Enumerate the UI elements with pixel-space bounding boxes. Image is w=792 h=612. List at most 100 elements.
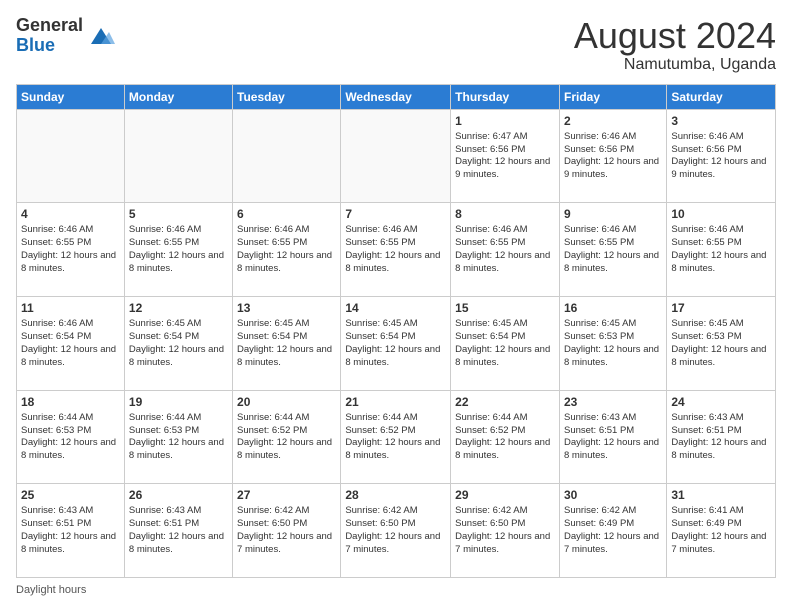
table-row: 31Sunrise: 6:41 AM Sunset: 6:49 PM Dayli… <box>667 484 776 578</box>
header-monday: Monday <box>124 84 232 109</box>
day-number: 5 <box>129 206 228 222</box>
table-row: 24 Sunrise: 6:43 AM Sunset: 6:51 PM Dayli… <box>667 390 776 484</box>
day-info: Sunrise: 6:43 AM Sunset: 6:51 PM Dayligh… <box>671 412 771 463</box>
header-friday: Friday <box>559 84 666 109</box>
table-row: 27Sunrise: 6:42 AM Sunset: 6:50 PM Dayli… <box>233 484 341 578</box>
table-row: 19 Sunrise: 6:44 AM Sunset: 6:53 PM Dayli… <box>124 390 232 484</box>
day-number: 8 <box>455 206 555 222</box>
day-number: 10 <box>671 206 771 222</box>
table-row: 29Sunrise: 6:42 AM Sunset: 6:50 PM Dayli… <box>451 484 560 578</box>
day-info: Sunrise: 6:46 AM Sunset: 6:55 PM Dayligh… <box>21 224 120 275</box>
day-info: Sunrise: 6:42 AM Sunset: 6:50 PM Dayligh… <box>455 505 555 556</box>
day-info: Sunrise: 6:46 AM Sunset: 6:55 PM Dayligh… <box>237 224 336 275</box>
table-row: 25 Sunrise: 6:43 AM Sunset: 6:51 PM Dayli… <box>17 484 125 578</box>
calendar-week-row: 18 Sunrise: 6:44 AM Sunset: 6:53 PM Dayli… <box>17 390 776 484</box>
table-row: 11 Sunrise: 6:46 AM Sunset: 6:54 PM Dayli… <box>17 296 125 390</box>
table-row <box>341 109 451 203</box>
day-number: 11 <box>21 300 120 316</box>
footer: Daylight hours <box>16 584 776 596</box>
header-tuesday: Tuesday <box>233 84 341 109</box>
table-row: 14 Sunrise: 6:45 AM Sunset: 6:54 PM Dayli… <box>341 296 451 390</box>
calendar-table: Sunday Monday Tuesday Wednesday Thursday… <box>16 84 776 578</box>
day-number: 19 <box>129 394 228 410</box>
table-row: 9 Sunrise: 6:46 AM Sunset: 6:55 PM Daylig… <box>559 203 666 297</box>
header-thursday: Thursday <box>451 84 560 109</box>
day-info: Sunrise: 6:42 AM Sunset: 6:49 PM Dayligh… <box>564 505 662 556</box>
calendar-week-row: 25 Sunrise: 6:43 AM Sunset: 6:51 PM Dayli… <box>17 484 776 578</box>
day-number: 24 <box>671 394 771 410</box>
day-info: Sunrise: 6:46 AM Sunset: 6:55 PM Dayligh… <box>671 224 771 275</box>
day-info: Sunrise: 6:44 AM Sunset: 6:52 PM Dayligh… <box>345 412 446 463</box>
table-row: 10 Sunrise: 6:46 AM Sunset: 6:55 PM Dayli… <box>667 203 776 297</box>
month-year-title: August 2024 <box>574 16 776 56</box>
table-row: 18 Sunrise: 6:44 AM Sunset: 6:53 PM Dayli… <box>17 390 125 484</box>
day-info: Sunrise: 6:47 AM Sunset: 6:56 PM Dayligh… <box>455 131 555 182</box>
day-number: 14 <box>345 300 446 316</box>
table-row: 16 Sunrise: 6:45 AM Sunset: 6:53 PM Dayli… <box>559 296 666 390</box>
day-info: Sunrise: 6:43 AM Sunset: 6:51 PM Dayligh… <box>129 505 228 556</box>
table-row: 17Sunrise: 6:45 AM Sunset: 6:53 PM Dayli… <box>667 296 776 390</box>
day-info: Sunrise: 6:45 AM Sunset: 6:54 PM Dayligh… <box>455 318 555 369</box>
table-row: 5 Sunrise: 6:46 AM Sunset: 6:55 PM Daylig… <box>124 203 232 297</box>
day-number: 7 <box>345 206 446 222</box>
header-sunday: Sunday <box>17 84 125 109</box>
logo-area: General Blue <box>16 16 115 56</box>
table-row: 7 Sunrise: 6:46 AM Sunset: 6:55 PM Daylig… <box>341 203 451 297</box>
day-number: 23 <box>564 394 662 410</box>
location-title: Namutumba, Uganda <box>574 56 776 74</box>
calendar-header-row: Sunday Monday Tuesday Wednesday Thursday… <box>17 84 776 109</box>
day-number: 20 <box>237 394 336 410</box>
day-info: Sunrise: 6:42 AM Sunset: 6:50 PM Dayligh… <box>345 505 446 556</box>
day-info: Sunrise: 6:46 AM Sunset: 6:55 PM Dayligh… <box>345 224 446 275</box>
day-info: Sunrise: 6:46 AM Sunset: 6:55 PM Dayligh… <box>129 224 228 275</box>
logo-blue: Blue <box>16 36 83 56</box>
day-number: 2 <box>564 113 662 129</box>
table-row: 2 Sunrise: 6:46 AM Sunset: 6:56 PM Daylig… <box>559 109 666 203</box>
day-number: 13 <box>237 300 336 316</box>
day-info: Sunrise: 6:45 AM Sunset: 6:54 PM Dayligh… <box>345 318 446 369</box>
logo-general: General <box>16 16 83 36</box>
day-info: Sunrise: 6:46 AM Sunset: 6:54 PM Dayligh… <box>21 318 120 369</box>
day-info: Sunrise: 6:42 AM Sunset: 6:50 PM Dayligh… <box>237 505 336 556</box>
daylight-hours-label: Daylight hours <box>16 584 86 596</box>
page: General Blue August 2024 Namutumba, Ugan… <box>0 0 792 612</box>
day-info: Sunrise: 6:45 AM Sunset: 6:53 PM Dayligh… <box>564 318 662 369</box>
day-info: Sunrise: 6:46 AM Sunset: 6:56 PM Dayligh… <box>564 131 662 182</box>
day-info: Sunrise: 6:44 AM Sunset: 6:53 PM Dayligh… <box>129 412 228 463</box>
day-number: 28 <box>345 487 446 503</box>
calendar-week-row: 1Sunrise: 6:47 AM Sunset: 6:56 PM Daylig… <box>17 109 776 203</box>
day-info: Sunrise: 6:46 AM Sunset: 6:56 PM Dayligh… <box>671 131 771 182</box>
day-info: Sunrise: 6:44 AM Sunset: 6:53 PM Dayligh… <box>21 412 120 463</box>
table-row: 1Sunrise: 6:47 AM Sunset: 6:56 PM Daylig… <box>451 109 560 203</box>
day-info: Sunrise: 6:45 AM Sunset: 6:54 PM Dayligh… <box>237 318 336 369</box>
table-row: 8Sunrise: 6:46 AM Sunset: 6:55 PM Daylig… <box>451 203 560 297</box>
day-number: 30 <box>564 487 662 503</box>
calendar-week-row: 11 Sunrise: 6:46 AM Sunset: 6:54 PM Dayli… <box>17 296 776 390</box>
day-number: 25 <box>21 487 120 503</box>
day-number: 9 <box>564 206 662 222</box>
table-row: 15Sunrise: 6:45 AM Sunset: 6:54 PM Dayli… <box>451 296 560 390</box>
table-row: 20Sunrise: 6:44 AM Sunset: 6:52 PM Dayli… <box>233 390 341 484</box>
logo-icon <box>87 22 115 50</box>
table-row: 6Sunrise: 6:46 AM Sunset: 6:55 PM Daylig… <box>233 203 341 297</box>
table-row: 28 Sunrise: 6:42 AM Sunset: 6:50 PM Dayli… <box>341 484 451 578</box>
day-number: 18 <box>21 394 120 410</box>
table-row <box>17 109 125 203</box>
table-row: 12Sunrise: 6:45 AM Sunset: 6:54 PM Dayli… <box>124 296 232 390</box>
table-row <box>124 109 232 203</box>
header-wednesday: Wednesday <box>341 84 451 109</box>
table-row: 21 Sunrise: 6:44 AM Sunset: 6:52 PM Dayli… <box>341 390 451 484</box>
table-row: 13 Sunrise: 6:45 AM Sunset: 6:54 PM Dayli… <box>233 296 341 390</box>
day-number: 22 <box>455 394 555 410</box>
day-info: Sunrise: 6:43 AM Sunset: 6:51 PM Dayligh… <box>564 412 662 463</box>
day-number: 4 <box>21 206 120 222</box>
logo-text: General Blue <box>16 16 83 56</box>
day-info: Sunrise: 6:45 AM Sunset: 6:53 PM Dayligh… <box>671 318 771 369</box>
day-number: 16 <box>564 300 662 316</box>
day-info: Sunrise: 6:43 AM Sunset: 6:51 PM Dayligh… <box>21 505 120 556</box>
day-info: Sunrise: 6:46 AM Sunset: 6:55 PM Dayligh… <box>564 224 662 275</box>
table-row: 26Sunrise: 6:43 AM Sunset: 6:51 PM Dayli… <box>124 484 232 578</box>
day-number: 31 <box>671 487 771 503</box>
day-number: 21 <box>345 394 446 410</box>
day-info: Sunrise: 6:44 AM Sunset: 6:52 PM Dayligh… <box>455 412 555 463</box>
